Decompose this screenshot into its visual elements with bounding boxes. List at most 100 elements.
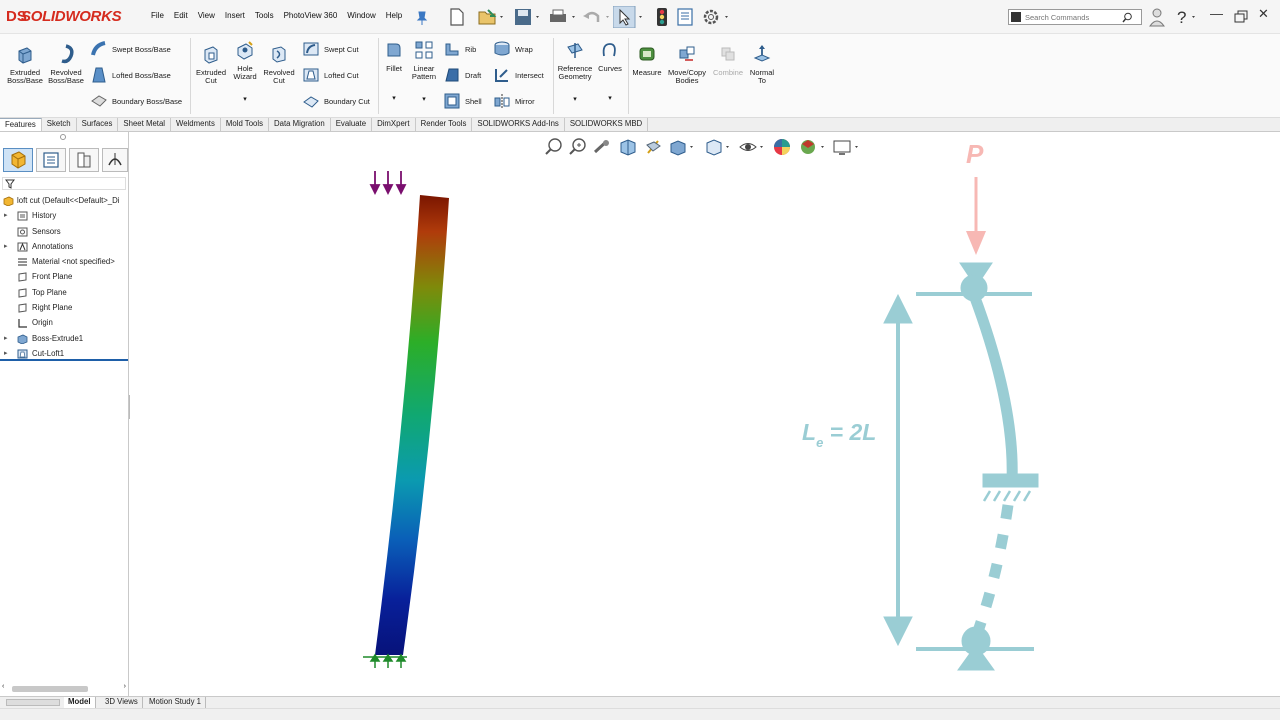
minimize-icon[interactable]: — — [1210, 6, 1223, 21]
draft-button[interactable]: Draft — [443, 66, 481, 84]
fillet-dropdown-icon[interactable]: ▾ — [382, 95, 406, 104]
panel-grip-icon[interactable] — [60, 134, 66, 140]
tab-evaluate[interactable]: Evaluate — [331, 118, 373, 131]
menu-tools[interactable]: Tools — [250, 11, 279, 20]
menu-edit[interactable]: Edit — [169, 11, 193, 20]
revolved-boss-button[interactable]: Revolved Boss/Base — [46, 44, 86, 86]
tab-mold-tools[interactable]: Mold Tools — [221, 118, 270, 131]
select-arrow-icon[interactable] — [613, 6, 647, 28]
normal-to-button[interactable]: Normal To — [746, 44, 778, 86]
boundary-cut-button[interactable]: Boundary Cut — [302, 92, 370, 110]
hide-show-items-icon[interactable] — [738, 137, 766, 157]
tree-item-top-plane[interactable]: Top Plane — [0, 285, 129, 300]
open-icon[interactable] — [476, 6, 506, 28]
intersect-button[interactable]: Intersect — [493, 66, 544, 84]
combine-button[interactable]: Combine — [710, 44, 746, 77]
tree-item-origin[interactable]: Origin — [0, 315, 129, 330]
linear-pattern-button[interactable]: Linear Pattern ▾ — [408, 40, 440, 104]
menu-insert[interactable]: Insert — [220, 11, 250, 20]
lofted-boss-button[interactable]: Lofted Boss/Base — [90, 66, 171, 84]
tree-item-sensors[interactable]: Sensors — [0, 224, 129, 239]
zoom-area-icon[interactable] — [568, 137, 588, 157]
previous-view-icon[interactable] — [592, 137, 612, 157]
tree-item-right-plane[interactable]: Right Plane — [0, 300, 129, 315]
tab-motion-study[interactable]: Motion Study 1 — [145, 697, 207, 708]
shell-button[interactable]: Shell — [443, 92, 482, 110]
search-icon[interactable] — [1122, 12, 1133, 23]
section-view-icon[interactable] — [618, 137, 638, 157]
boundary-boss-button[interactable]: Boundary Boss/Base — [90, 92, 182, 110]
zoom-to-fit-icon[interactable] — [544, 137, 564, 157]
property-manager-tab[interactable] — [36, 148, 66, 172]
dimxpert-manager-tab[interactable] — [102, 148, 128, 172]
panel-scrollbar[interactable]: ‹ › — [2, 683, 126, 694]
display-style-icon[interactable] — [704, 137, 732, 157]
fea-beam-model[interactable] — [355, 165, 465, 675]
curves-button[interactable]: Curves ▾ — [596, 40, 624, 104]
extruded-cut-button[interactable]: Extruded Cut — [192, 44, 230, 86]
swept-cut-button[interactable]: Swept Cut — [302, 40, 359, 58]
measure-button[interactable]: Measure — [630, 44, 664, 77]
options-gear-icon[interactable] — [700, 6, 732, 28]
tab-solidworks-mbd[interactable]: SOLIDWORKS MBD — [565, 118, 649, 131]
tab-sketch[interactable]: Sketch — [42, 118, 77, 131]
configuration-manager-tab[interactable] — [69, 148, 99, 172]
tree-item-material[interactable]: Material <not specified> — [0, 254, 129, 269]
feature-manager-tab[interactable] — [3, 148, 33, 172]
graphics-area[interactable] — [130, 133, 1280, 696]
tab-dimxpert[interactable]: DimXpert — [372, 118, 416, 131]
revolved-cut-button[interactable]: Revolved Cut — [260, 44, 298, 86]
tab-weldments[interactable]: Weldments — [171, 118, 221, 131]
tab-sheet-metal[interactable]: Sheet Metal — [118, 118, 172, 131]
user-account-icon[interactable] — [1148, 6, 1166, 28]
expand-arrow-icon[interactable]: ▸ — [4, 239, 8, 254]
tree-item-history[interactable]: ▸ History — [0, 208, 129, 223]
tab-data-migration[interactable]: Data Migration — [269, 118, 331, 131]
rollback-bar[interactable] — [0, 359, 128, 361]
tab-3d-views[interactable]: 3D Views — [101, 697, 143, 708]
menu-help[interactable]: Help — [381, 11, 407, 20]
tab-features[interactable]: Features — [0, 118, 42, 131]
menu-photoview[interactable]: PhotoView 360 — [279, 11, 343, 20]
close-icon[interactable]: ✕ — [1258, 6, 1269, 22]
tree-item-annotations[interactable]: ▸ Annotations — [0, 239, 129, 254]
expand-arrow-icon[interactable]: ▸ — [4, 208, 8, 223]
tree-item-front-plane[interactable]: Front Plane — [0, 269, 129, 284]
print-icon[interactable] — [546, 6, 578, 28]
scroll-left-icon[interactable]: ‹ — [2, 683, 4, 690]
tab-scroll-arrows[interactable] — [6, 699, 60, 706]
pin-icon[interactable] — [415, 6, 429, 28]
hole-wizard-dropdown-icon[interactable]: ▾ — [230, 96, 260, 105]
save-icon[interactable] — [512, 6, 542, 28]
wrap-button[interactable]: Wrap — [493, 40, 533, 58]
hole-wizard-button[interactable]: Hole Wizard ▾ — [230, 40, 260, 104]
view-orientation-icon[interactable] — [668, 137, 696, 157]
extruded-boss-button[interactable]: Extruded Boss/Base — [4, 44, 46, 86]
lofted-cut-button[interactable]: Lofted Cut — [302, 66, 359, 84]
tab-render-tools[interactable]: Render Tools — [416, 118, 473, 131]
scroll-thumb[interactable] — [12, 686, 88, 692]
scroll-right-icon[interactable]: › — [124, 683, 126, 690]
help-icon[interactable]: ? — [1174, 6, 1202, 28]
tab-solidworks-addins[interactable]: SOLIDWORKS Add-Ins — [472, 118, 565, 131]
search-input[interactable] — [1025, 11, 1125, 23]
menu-view[interactable]: View — [193, 11, 220, 20]
rib-button[interactable]: Rib — [443, 40, 476, 58]
swept-boss-button[interactable]: Swept Boss/Base — [90, 40, 171, 58]
solidworks-logo[interactable]: DS SOLIDWORKS — [6, 6, 130, 30]
restore-icon[interactable] — [1233, 6, 1249, 28]
menu-file[interactable]: File — [146, 11, 169, 20]
new-document-icon[interactable] — [446, 6, 468, 28]
tree-filter[interactable] — [2, 177, 126, 190]
file-properties-icon[interactable] — [674, 6, 696, 28]
search-commands[interactable] — [1008, 9, 1142, 25]
rebuild-icon[interactable] — [651, 6, 673, 28]
undo-icon[interactable] — [580, 6, 612, 28]
tab-surfaces[interactable]: Surfaces — [77, 118, 119, 131]
tab-model[interactable]: Model — [64, 697, 96, 708]
tree-item-boss-extrude[interactable]: ▸ Boss-Extrude1 — [0, 331, 129, 346]
expand-arrow-icon[interactable]: ▸ — [4, 331, 8, 346]
move-copy-bodies-button[interactable]: Move/Copy Bodies — [666, 44, 708, 86]
reference-geometry-button[interactable]: Reference Geometry ▾ — [556, 40, 594, 104]
search-scope-icon[interactable] — [1011, 12, 1021, 22]
